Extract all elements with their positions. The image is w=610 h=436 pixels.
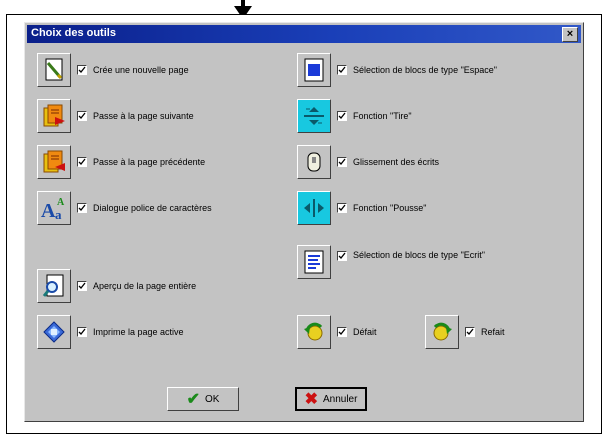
tool-row-text-block-select: Sélection de blocs de type "Ecrit": [297, 245, 485, 279]
push-function-button[interactable]: [297, 191, 331, 225]
undo-icon: [304, 322, 323, 341]
pull-function-checkbox[interactable]: [337, 111, 347, 121]
page-preview-checkbox[interactable]: [77, 281, 87, 291]
new-page-checkbox[interactable]: [77, 65, 87, 75]
tool-choice-dialog: Choix des outils × Crée une nouvelle pag…: [24, 22, 584, 422]
pull-function-button[interactable]: [297, 99, 331, 133]
text-drag-icon: [307, 152, 321, 172]
push-function-label: Fonction "Pousse": [353, 203, 427, 213]
space-block-select-checkbox[interactable]: [337, 65, 347, 75]
svg-text:A: A: [41, 200, 56, 222]
ok-label: OK: [204, 393, 220, 405]
space-block-select-icon: [304, 58, 324, 82]
push-function-icon: [304, 199, 324, 217]
svg-text:a: a: [55, 207, 62, 222]
redo-checkbox[interactable]: [465, 327, 475, 337]
ok-button[interactable]: ✔ OK: [167, 387, 239, 411]
tool-row-print: Imprime la page active: [37, 315, 184, 349]
new-page-label: Crée une nouvelle page: [93, 65, 189, 75]
page-preview-button[interactable]: [37, 269, 71, 303]
previous-page-icon: [43, 150, 65, 173]
next-page-button[interactable]: [37, 99, 71, 133]
tool-row-page-preview: Aperçu de la page entière: [37, 269, 196, 303]
tool-row-next-page: Passe à la page suivante: [37, 99, 194, 133]
pull-function-label: Fonction "Tire": [353, 111, 412, 121]
text-drag-label: Glissement des écrits: [353, 157, 440, 167]
print-checkbox[interactable]: [77, 327, 87, 337]
checkmark-icon: ✔: [186, 391, 200, 408]
page-preview-label: Aperçu de la page entière: [93, 281, 197, 291]
title-bar: Choix des outils ×: [27, 25, 581, 43]
text-drag-checkbox[interactable]: [337, 157, 347, 167]
pull-function-icon: [304, 107, 324, 125]
new-page-button[interactable]: [37, 53, 71, 87]
font-dialog-button[interactable]: A a A: [37, 191, 71, 225]
previous-page-label: Passe à la page précédente: [93, 157, 206, 167]
text-block-select-checkbox[interactable]: [337, 251, 347, 261]
font-dialog-icon: A a A: [41, 197, 65, 222]
close-x-icon: ✖: [304, 391, 318, 408]
redo-icon: [433, 322, 452, 341]
previous-page-checkbox[interactable]: [77, 157, 87, 167]
undo-button[interactable]: [297, 315, 331, 349]
font-dialog-checkbox[interactable]: [77, 203, 87, 213]
text-drag-button[interactable]: [297, 145, 331, 179]
text-block-select-icon: [304, 250, 324, 274]
svg-text:A: A: [57, 197, 65, 208]
text-block-select-button[interactable]: [297, 245, 331, 279]
print-button[interactable]: [37, 315, 71, 349]
next-page-icon: [43, 104, 65, 127]
cancel-button[interactable]: ✖ Annuler: [295, 387, 367, 411]
tool-row-pull-function: Fonction "Tire": [297, 99, 412, 133]
new-page-icon: [45, 58, 63, 81]
previous-page-button[interactable]: [37, 145, 71, 179]
print-icon: [43, 321, 65, 343]
next-page-checkbox[interactable]: [77, 111, 87, 121]
tool-row-space-block-select: Sélection de blocs de type "Espace": [297, 53, 497, 87]
cancel-label: Annuler: [322, 393, 358, 405]
space-block-select-button[interactable]: [297, 53, 331, 87]
close-button[interactable]: ×: [562, 27, 578, 42]
redo-label: Refait: [481, 327, 505, 337]
undo-label: Défait: [353, 327, 377, 337]
font-dialog-label: Dialogue police de caractères: [93, 203, 212, 213]
print-label: Imprime la page active: [93, 327, 184, 337]
tool-row-push-function: Fonction "Pousse": [297, 191, 426, 225]
undo-checkbox[interactable]: [337, 327, 347, 337]
tool-row-redo: Refait: [425, 315, 505, 349]
redo-button[interactable]: [425, 315, 459, 349]
next-page-label: Passe à la page suivante: [93, 111, 194, 121]
tool-row-new-page: Crée une nouvelle page: [37, 53, 189, 87]
tool-row-font-dialog: A a A Dialogue police de caractères: [37, 191, 212, 225]
tool-row-previous-page: Passe à la page précédente: [37, 145, 205, 179]
space-block-select-label: Sélection de blocs de type "Espace": [353, 65, 497, 75]
tool-row-text-drag: Glissement des écrits: [297, 145, 439, 179]
text-block-select-label: Sélection de blocs de type "Ecrit": [353, 250, 485, 260]
dialog-title: Choix des outils: [31, 27, 116, 39]
page-preview-icon: [42, 274, 64, 297]
push-function-checkbox[interactable]: [337, 203, 347, 213]
tool-row-undo: Défait: [297, 315, 377, 349]
